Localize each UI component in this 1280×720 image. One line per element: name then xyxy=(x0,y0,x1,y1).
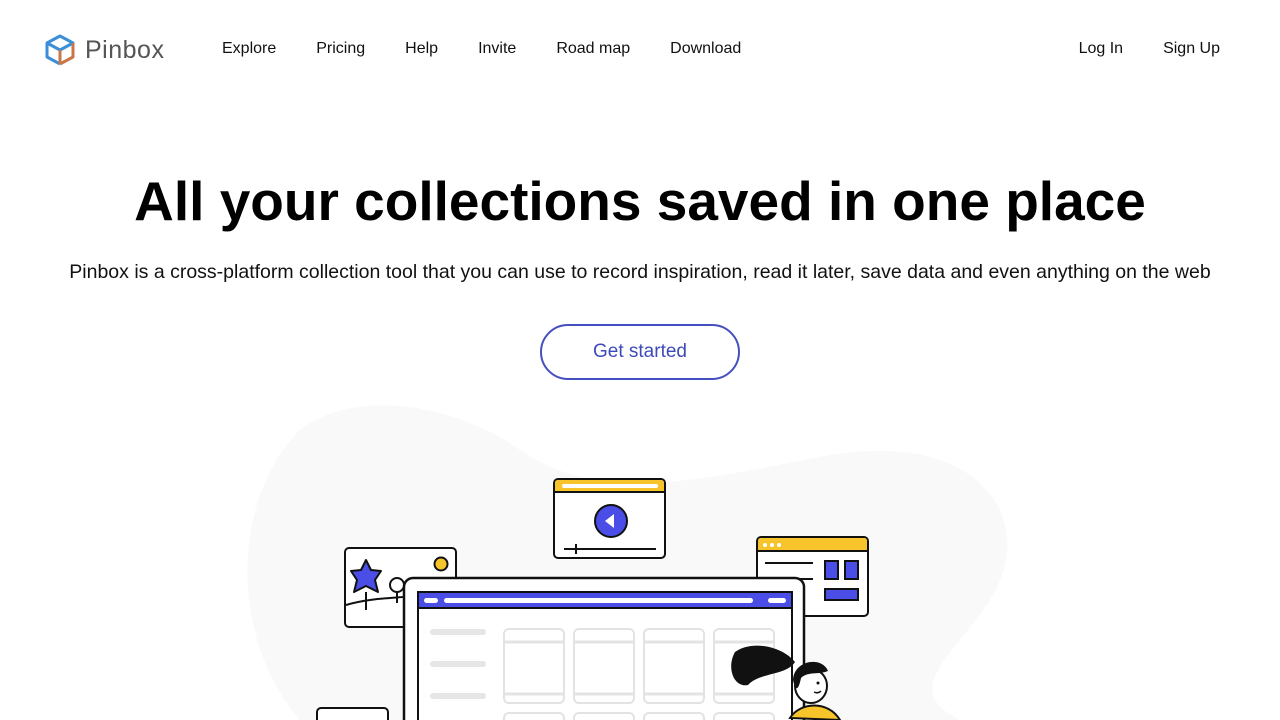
brand-logo[interactable]: Pinbox xyxy=(44,33,164,67)
hero-subtitle: Pinbox is a cross-platform collection to… xyxy=(69,261,1211,283)
nav-download[interactable]: Download xyxy=(670,39,741,59)
video-card-icon xyxy=(553,478,666,559)
hero-title: All your collections saved in one place xyxy=(134,170,1146,232)
small-card-icon xyxy=(316,707,389,720)
login-link[interactable]: Log In xyxy=(1079,39,1123,59)
top-navbar: Pinbox Explore Pricing Help Invite Road … xyxy=(0,0,1280,100)
nav-invite[interactable]: Invite xyxy=(478,39,516,59)
nav-help[interactable]: Help xyxy=(405,39,438,59)
main-nav: Explore Pricing Help Invite Road map Dow… xyxy=(222,39,781,59)
hero-illustration xyxy=(247,405,1008,720)
nav-road-map[interactable]: Road map xyxy=(556,39,630,59)
nav-pricing[interactable]: Pricing xyxy=(316,39,365,59)
cube-logo-icon xyxy=(45,34,75,66)
get-started-button[interactable]: Get started xyxy=(540,324,740,380)
brand-name: Pinbox xyxy=(85,35,165,64)
nav-explore[interactable]: Explore xyxy=(222,39,276,59)
auth-links: Log In Sign Up xyxy=(1039,39,1220,59)
signup-link[interactable]: Sign Up xyxy=(1163,39,1220,59)
